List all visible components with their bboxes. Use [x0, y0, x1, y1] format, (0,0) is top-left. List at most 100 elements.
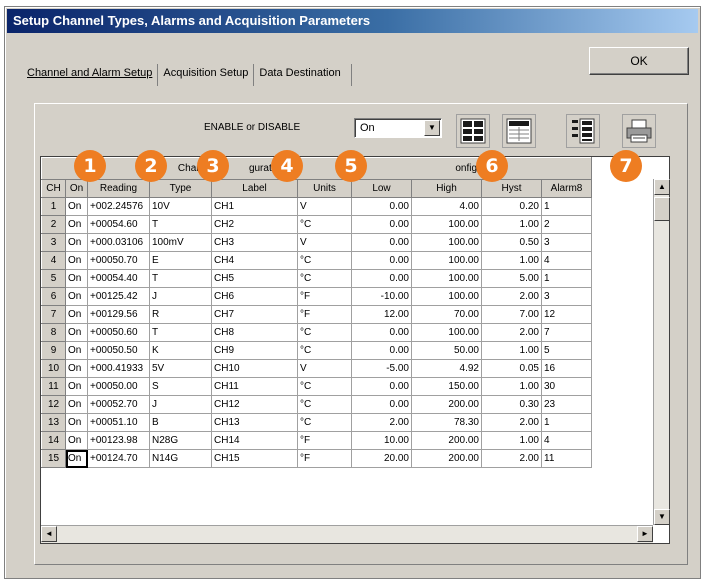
grid-cell[interactable]: 3 — [541, 287, 592, 306]
ok-button[interactable]: OK — [589, 47, 689, 75]
grid-cell[interactable]: 10 — [41, 359, 66, 378]
grid-cell[interactable]: 100.00 — [411, 233, 482, 252]
grid-cell[interactable]: +002.24576 — [87, 197, 150, 216]
grid-cell[interactable]: 2.00 — [481, 413, 542, 432]
grid-cell[interactable]: 100.00 — [411, 269, 482, 288]
grid-cell[interactable]: T — [149, 269, 212, 288]
grid-cell[interactable]: CH10 — [211, 359, 298, 378]
grid-cell[interactable]: CH2 — [211, 215, 298, 234]
grid-cell[interactable]: On — [65, 215, 88, 234]
scroll-right-icon[interactable]: ► — [637, 526, 653, 542]
grid-cell[interactable]: 5 — [541, 341, 592, 360]
grid-cell[interactable]: J — [149, 287, 212, 306]
grid-cell[interactable]: N28G — [149, 431, 212, 450]
grid-cell[interactable]: 15 — [41, 449, 66, 468]
grid-cell[interactable]: +00050.70 — [87, 251, 150, 270]
grid-cell[interactable]: 0.00 — [351, 395, 412, 414]
grid-cell[interactable]: 1.00 — [481, 377, 542, 396]
column-header[interactable]: CH — [41, 179, 66, 198]
grid-cell[interactable]: On — [65, 251, 88, 270]
grid-cell[interactable]: 4.00 — [411, 197, 482, 216]
vertical-scrollbar[interactable]: ▲ ▼ — [653, 179, 670, 525]
grid-cell[interactable]: 3 — [41, 233, 66, 252]
blank-grid-button[interactable] — [502, 114, 536, 148]
column-header[interactable]: Units — [297, 179, 352, 198]
column-header[interactable]: Label — [211, 179, 298, 198]
tab-channel-alarm-setup[interactable]: Channel and Alarm Setup — [22, 64, 159, 86]
grid-cell[interactable]: +000.03106 — [87, 233, 150, 252]
grid-cell[interactable]: 2 — [41, 215, 66, 234]
grid-cell[interactable]: On — [65, 449, 88, 468]
grid-cell[interactable]: CH12 — [211, 395, 298, 414]
grid-cell[interactable]: On — [65, 287, 88, 306]
grid-cell[interactable]: 2 — [541, 215, 592, 234]
grid-cell[interactable]: °C — [297, 215, 352, 234]
grid-cell[interactable]: 5 — [41, 269, 66, 288]
grid-cell[interactable]: CH8 — [211, 323, 298, 342]
grid-cell[interactable]: CH1 — [211, 197, 298, 216]
grid-cell[interactable]: +00050.60 — [87, 323, 150, 342]
grid-cell[interactable]: 100.00 — [411, 215, 482, 234]
grid-cell[interactable]: On — [65, 359, 88, 378]
tab-data-destination[interactable]: Data Destination — [254, 64, 352, 86]
grid-cell[interactable]: 4 — [541, 251, 592, 270]
grid-cell[interactable]: CH6 — [211, 287, 298, 306]
grid-cell[interactable]: +00052.70 — [87, 395, 150, 414]
grid-cell[interactable]: 11 — [541, 449, 592, 468]
grid-cell[interactable]: 30 — [541, 377, 592, 396]
grid-cell[interactable]: CH9 — [211, 341, 298, 360]
grid-cell[interactable]: S — [149, 377, 212, 396]
column-header[interactable]: High — [411, 179, 482, 198]
grid-cell[interactable]: On — [65, 197, 88, 216]
grid-cell[interactable]: 1 — [541, 413, 592, 432]
tab-acquisition-setup[interactable]: Acquisition Setup — [158, 64, 255, 86]
grid-cell[interactable]: +00124.70 — [87, 449, 150, 468]
grid-cell[interactable]: 1.00 — [481, 251, 542, 270]
chevron-down-icon[interactable]: ▼ — [424, 120, 440, 136]
grid-cell[interactable]: 50.00 — [411, 341, 482, 360]
grid-cell[interactable]: 0.05 — [481, 359, 542, 378]
grid-cell[interactable]: 0.00 — [351, 341, 412, 360]
grid-cell[interactable]: B — [149, 413, 212, 432]
grid-cell[interactable]: +000.41933 — [87, 359, 150, 378]
grid-cell[interactable]: 9 — [41, 341, 66, 360]
grid-cell[interactable]: °C — [297, 269, 352, 288]
horizontal-scrollbar[interactable]: ◄ ► — [41, 525, 653, 543]
column-header[interactable]: Reading — [87, 179, 150, 198]
grid-cell[interactable]: 0.20 — [481, 197, 542, 216]
grid-cell[interactable]: °C — [297, 341, 352, 360]
grid-cell[interactable]: +00129.56 — [87, 305, 150, 324]
grid-cell[interactable]: CH7 — [211, 305, 298, 324]
column-header[interactable]: Alarm8 — [541, 179, 592, 198]
grid-cell[interactable]: 12.00 — [351, 305, 412, 324]
grid-cell[interactable]: 7 — [541, 323, 592, 342]
grid-cell[interactable]: On — [65, 431, 88, 450]
grid-cell[interactable]: 7 — [41, 305, 66, 324]
grid-cell[interactable]: CH3 — [211, 233, 298, 252]
grid-cell[interactable]: 0.00 — [351, 233, 412, 252]
grid-cell[interactable]: 2.00 — [481, 449, 542, 468]
grid-cell[interactable]: 0.50 — [481, 233, 542, 252]
grid-cell[interactable]: On — [65, 395, 88, 414]
column-header[interactable]: Low — [351, 179, 412, 198]
grid-cell[interactable]: CH14 — [211, 431, 298, 450]
enable-disable-select[interactable]: On ▼ — [354, 118, 442, 138]
column-header[interactable]: Type — [149, 179, 212, 198]
grid-cell[interactable]: On — [65, 269, 88, 288]
grid-cell[interactable]: 4 — [541, 431, 592, 450]
channel-list-button[interactable] — [566, 114, 600, 148]
column-header[interactable]: On — [65, 179, 88, 198]
grid-cell[interactable]: CH11 — [211, 377, 298, 396]
grid-cell[interactable]: °C — [297, 251, 352, 270]
grid-cell[interactable]: °C — [297, 377, 352, 396]
grid-cell[interactable]: R — [149, 305, 212, 324]
grid-cell[interactable]: 1.00 — [481, 431, 542, 450]
grid-cell[interactable]: T — [149, 323, 212, 342]
grid-cell[interactable]: CH5 — [211, 269, 298, 288]
grid-cell[interactable]: 23 — [541, 395, 592, 414]
grid-cell[interactable]: 12 — [41, 395, 66, 414]
grid-cell[interactable]: 100mV — [149, 233, 212, 252]
grid-cell[interactable]: On — [65, 305, 88, 324]
print-button[interactable] — [622, 114, 656, 148]
grid-cell[interactable]: V — [297, 359, 352, 378]
